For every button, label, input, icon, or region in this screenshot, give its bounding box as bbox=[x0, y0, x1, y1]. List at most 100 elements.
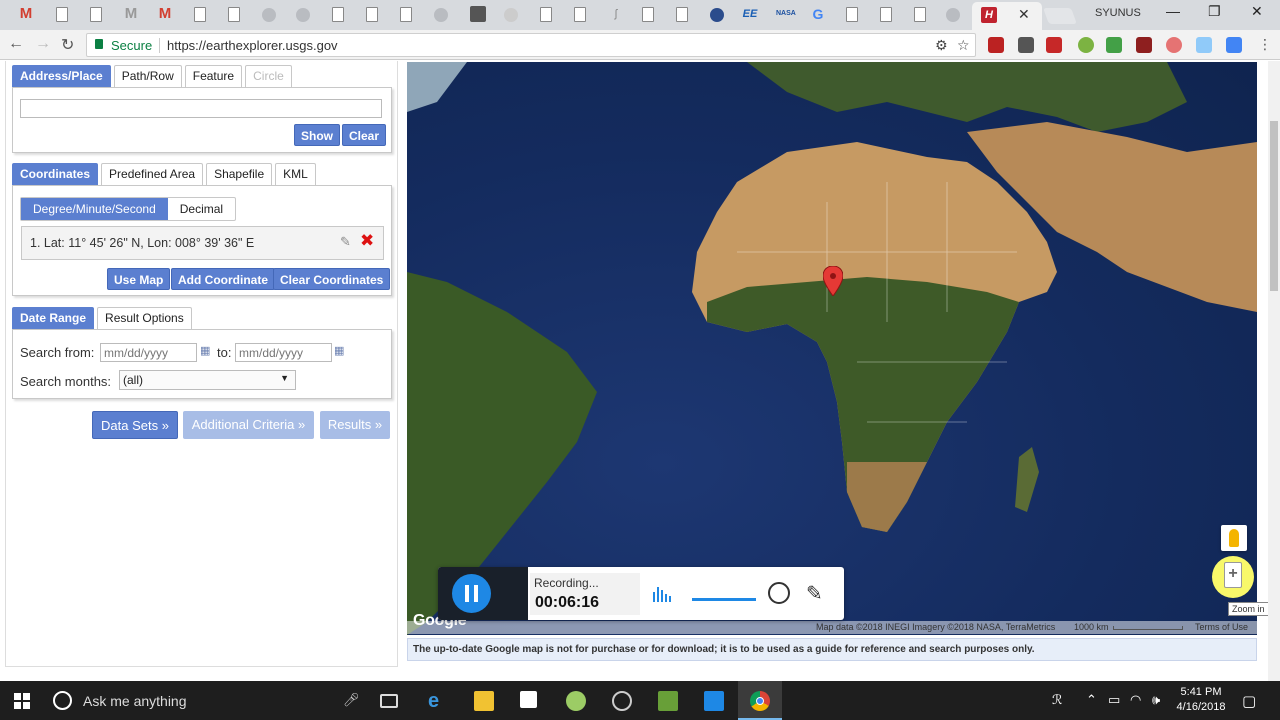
app-icon[interactable] bbox=[612, 691, 632, 711]
document-tab-icon[interactable] bbox=[194, 7, 206, 22]
extension-icon[interactable] bbox=[1106, 37, 1122, 53]
show-button[interactable]: Show bbox=[294, 124, 340, 146]
usgs-tab-icon[interactable] bbox=[710, 8, 724, 22]
extension-icon[interactable] bbox=[1018, 37, 1034, 53]
document-tab-icon[interactable] bbox=[574, 7, 586, 22]
system-clock[interactable]: 5:41 PM 4/16/2018 bbox=[1176, 685, 1226, 715]
app-icon[interactable] bbox=[658, 691, 678, 711]
document-tab-icon[interactable] bbox=[400, 7, 412, 22]
results-button[interactable]: Results » bbox=[320, 411, 390, 439]
extension-icon[interactable] bbox=[1046, 37, 1062, 53]
google-tab-icon[interactable]: G bbox=[810, 6, 826, 22]
document-tab-icon[interactable] bbox=[90, 7, 102, 22]
feather-tab-icon[interactable]: ʃ bbox=[608, 6, 624, 22]
extension-icon[interactable] bbox=[1166, 37, 1182, 53]
gmail-tab-icon[interactable]: M bbox=[123, 6, 139, 22]
audio-level-icon[interactable] bbox=[652, 584, 672, 602]
close-tab-icon[interactable]: ✕ bbox=[1018, 6, 1030, 23]
additional-criteria-button[interactable]: Additional Criteria » bbox=[183, 411, 314, 439]
restore-icon[interactable]: ❐ bbox=[1208, 3, 1221, 20]
document-tab-icon[interactable] bbox=[642, 7, 654, 22]
document-tab-icon[interactable] bbox=[676, 7, 688, 22]
gmail-tab-icon[interactable]: M bbox=[157, 6, 173, 22]
coordinate-entry[interactable]: 1. Lat: 11° 45' 26" N, Lon: 008° 39' 36"… bbox=[21, 226, 384, 260]
app-tab-icon[interactable] bbox=[504, 8, 518, 22]
volume-slider[interactable] bbox=[692, 598, 756, 601]
scrollbar-thumb[interactable] bbox=[1270, 121, 1278, 291]
edit-pencil-icon[interactable]: ✎ bbox=[340, 234, 351, 250]
location-marker-icon[interactable] bbox=[823, 266, 843, 296]
wifi-icon[interactable]: ◠ bbox=[1130, 692, 1141, 708]
taskbar-search-box[interactable]: Ask me anything bbox=[83, 693, 187, 709]
file-explorer-icon[interactable] bbox=[474, 691, 494, 711]
new-tab-button[interactable] bbox=[1043, 8, 1077, 24]
format-dms-option[interactable]: Degree/Minute/Second bbox=[21, 198, 168, 220]
data-sets-button[interactable]: Data Sets » bbox=[92, 411, 178, 439]
app-icon[interactable] bbox=[566, 691, 586, 711]
extension-icon[interactable] bbox=[1136, 37, 1152, 53]
app-tab-icon[interactable] bbox=[470, 6, 486, 22]
search-months-select[interactable]: (all) ▼ bbox=[119, 370, 296, 390]
minimize-icon[interactable]: — bbox=[1166, 3, 1180, 19]
app-icon[interactable] bbox=[704, 691, 724, 711]
extension-icon[interactable] bbox=[988, 37, 1004, 53]
calendar-icon[interactable]: ▦ bbox=[200, 344, 210, 357]
tab-predefined-area[interactable]: Predefined Area bbox=[101, 163, 204, 185]
tab-coordinates[interactable]: Coordinates bbox=[12, 163, 99, 185]
use-map-button[interactable]: Use Map bbox=[107, 268, 171, 290]
satellite-map[interactable] bbox=[407, 62, 1257, 635]
document-tab-icon[interactable] bbox=[914, 7, 926, 22]
translate-icon[interactable] bbox=[1226, 37, 1242, 53]
document-tab-icon[interactable] bbox=[540, 7, 552, 22]
document-tab-icon[interactable] bbox=[846, 7, 858, 22]
profile-name[interactable]: SYUNUS bbox=[1095, 7, 1141, 19]
tab-address-place[interactable]: Address/Place bbox=[12, 65, 111, 87]
windows-start-icon[interactable] bbox=[14, 693, 30, 709]
cortana-icon[interactable] bbox=[53, 691, 72, 710]
microphone-icon[interactable]: 🎤︎ bbox=[343, 692, 360, 708]
tab-date-range[interactable]: Date Range bbox=[12, 307, 95, 329]
forward-arrow-icon[interactable]: → bbox=[35, 35, 51, 53]
zoom-in-button[interactable]: + bbox=[1212, 556, 1254, 598]
terms-of-use-link[interactable]: Terms of Use bbox=[1195, 622, 1248, 632]
clear-coordinates-button[interactable]: Clear Coordinates bbox=[273, 268, 391, 290]
format-decimal-option[interactable]: Decimal bbox=[168, 198, 235, 220]
document-tab-icon[interactable] bbox=[56, 7, 68, 22]
webcam-icon[interactable] bbox=[768, 582, 790, 604]
incognito-icon[interactable]: ⚙ bbox=[935, 37, 948, 54]
people-icon[interactable]: ℛ bbox=[1052, 692, 1062, 708]
close-window-icon[interactable]: ✕ bbox=[1251, 3, 1263, 20]
gmail-tab-icon[interactable]: M bbox=[18, 6, 34, 22]
earthexplorer-tab-icon[interactable]: EE bbox=[742, 6, 758, 22]
battery-icon[interactable]: ▭ bbox=[1108, 692, 1120, 708]
reload-icon[interactable]: ↻ bbox=[61, 35, 74, 55]
document-tab-icon[interactable] bbox=[332, 7, 344, 22]
calendar-icon[interactable]: ▦ bbox=[334, 344, 344, 357]
map-scale-label[interactable]: 1000 km bbox=[1074, 622, 1109, 632]
delete-x-icon[interactable]: ✖ bbox=[360, 231, 374, 251]
address-input[interactable] bbox=[20, 99, 382, 118]
globe-tab-icon[interactable] bbox=[434, 8, 448, 22]
clear-button[interactable]: Clear bbox=[342, 124, 387, 146]
bookmark-star-icon[interactable]: ☆ bbox=[957, 37, 970, 54]
tab-kml[interactable]: KML bbox=[275, 163, 316, 185]
tab-path-row[interactable]: Path/Row bbox=[113, 65, 182, 87]
tab-result-options[interactable]: Result Options bbox=[97, 307, 192, 329]
date-from-input[interactable] bbox=[100, 343, 197, 362]
pen-draw-icon[interactable]: ✎ bbox=[806, 581, 823, 606]
document-tab-icon[interactable] bbox=[228, 7, 240, 22]
document-tab-icon[interactable] bbox=[366, 7, 378, 22]
date-to-input[interactable] bbox=[235, 343, 332, 362]
menu-icon[interactable]: ⋮ bbox=[1258, 36, 1272, 53]
volume-icon[interactable]: 🕪︎ bbox=[1152, 692, 1160, 708]
tab-feature[interactable]: Feature bbox=[184, 65, 243, 87]
url-text[interactable]: https://earthexplorer.usgs.gov bbox=[167, 38, 338, 53]
page-scrollbar[interactable] bbox=[1268, 61, 1280, 681]
video-tab-icon[interactable] bbox=[296, 8, 310, 22]
show-hidden-icons-chevron[interactable]: ⌃ bbox=[1086, 692, 1097, 708]
store-icon[interactable] bbox=[520, 691, 537, 708]
pause-button[interactable] bbox=[452, 574, 491, 613]
task-view-icon[interactable] bbox=[380, 694, 398, 708]
nasa-tab-icon[interactable]: NASA bbox=[776, 6, 796, 22]
notification-icon[interactable]: ▢ bbox=[1242, 692, 1256, 710]
